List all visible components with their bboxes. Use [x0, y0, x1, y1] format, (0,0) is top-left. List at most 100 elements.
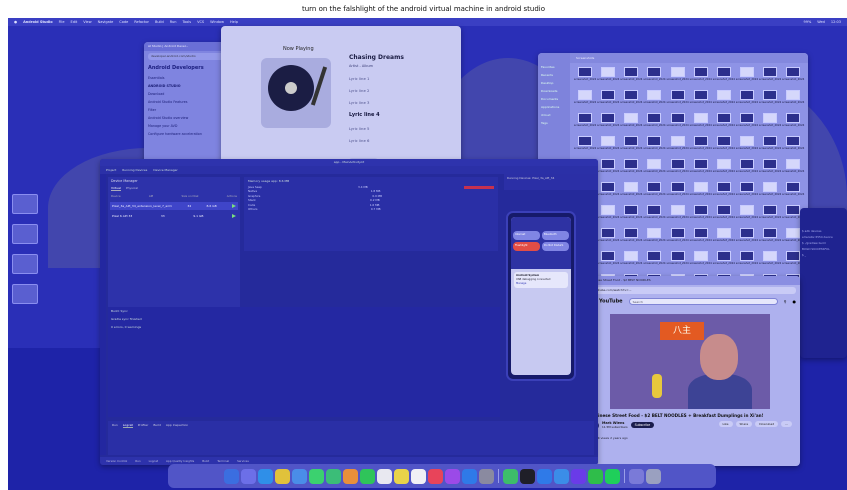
- photos-icon[interactable]: [342, 468, 358, 484]
- tab-run[interactable]: Run: [112, 423, 118, 428]
- file-thumbnail[interactable]: screenshot_2024: [759, 113, 781, 135]
- song-meta[interactable]: Artist - Album: [349, 64, 373, 68]
- stage-window-thumb[interactable]: [12, 284, 38, 304]
- file-thumbnail[interactable]: screenshot_2024: [643, 205, 666, 227]
- file-thumbnail[interactable]: screenshot_2024: [667, 67, 689, 89]
- sidebar-item[interactable]: Desktop: [541, 79, 567, 87]
- file-thumbnail[interactable]: screenshot_2024: [736, 136, 758, 158]
- file-thumbnail[interactable]: screenshot_2024: [643, 228, 666, 250]
- battery-status[interactable]: 99%: [803, 20, 811, 24]
- menu-run[interactable]: Run: [170, 20, 177, 24]
- browser-tab[interactable]: Chinese Street Food - $2 BELT NOODLES: [586, 276, 800, 285]
- slack-icon[interactable]: [570, 468, 586, 484]
- qs-tile-flashlight[interactable]: Flashlight: [513, 242, 540, 251]
- stage-window-thumb[interactable]: [12, 224, 38, 244]
- terminal-icon[interactable]: [519, 468, 535, 484]
- tab-build[interactable]: Build: [153, 423, 161, 428]
- appstore-icon[interactable]: [461, 468, 477, 484]
- file-thumbnail[interactable]: screenshot_2024: [759, 182, 781, 204]
- date-status[interactable]: Wed: [817, 20, 825, 24]
- menu-code[interactable]: Code: [119, 20, 128, 24]
- stage-window-thumb[interactable]: [12, 194, 38, 214]
- podcasts-icon[interactable]: [444, 468, 460, 484]
- calendar-icon[interactable]: [376, 468, 392, 484]
- file-thumbnail[interactable]: screenshot_2024: [736, 67, 758, 89]
- file-thumbnail[interactable]: screenshot_2024: [782, 90, 804, 112]
- file-thumbnail[interactable]: screenshot_2024: [597, 113, 619, 135]
- file-thumbnail[interactable]: screenshot_2024: [782, 136, 804, 158]
- file-thumbnail[interactable]: screenshot_2024: [643, 251, 666, 273]
- tab-virtual[interactable]: Virtual: [111, 186, 121, 191]
- tab-profiler[interactable]: Profiler: [138, 423, 149, 428]
- tab-app-inspection[interactable]: App Inspection: [166, 423, 188, 428]
- sidebar-item[interactable]: Tags: [541, 119, 567, 127]
- qs-tile-bluetooth[interactable]: Bluetooth: [542, 231, 569, 240]
- file-thumbnail[interactable]: screenshot_2024: [667, 159, 689, 181]
- toolbar-running-devices[interactable]: Running Devices: [122, 168, 147, 172]
- facetime-icon[interactable]: [359, 468, 375, 484]
- file-thumbnail[interactable]: screenshot_2024: [736, 113, 758, 135]
- status-item[interactable]: App Quality Insights: [166, 459, 194, 463]
- file-thumbnail[interactable]: screenshot_2024: [597, 159, 619, 181]
- downloads-icon[interactable]: [628, 468, 644, 484]
- file-thumbnail[interactable]: screenshot_2024: [620, 90, 642, 112]
- subscribe-button[interactable]: Subscribe: [630, 422, 655, 428]
- menu-navigate[interactable]: Navigate: [98, 20, 114, 24]
- file-thumbnail[interactable]: screenshot_2024: [597, 182, 619, 204]
- file-thumbnail[interactable]: screenshot_2024: [690, 251, 712, 273]
- file-thumbnail[interactable]: screenshot_2024: [620, 228, 642, 250]
- status-item[interactable]: Logcat: [149, 459, 158, 463]
- file-thumbnail[interactable]: screenshot_2024: [574, 113, 596, 135]
- file-thumbnail[interactable]: screenshot_2024: [759, 205, 781, 227]
- file-thumbnail[interactable]: screenshot_2024: [690, 90, 712, 112]
- file-thumbnail[interactable]: screenshot_2024: [574, 136, 596, 158]
- file-thumbnail[interactable]: screenshot_2024: [667, 182, 689, 204]
- xcode-icon[interactable]: [553, 468, 569, 484]
- device-row[interactable]: Pixel_3a_API_34_extension_level_7_arm64 …: [110, 202, 238, 210]
- sidebar-item[interactable]: Documents: [541, 95, 567, 103]
- file-thumbnail[interactable]: screenshot_2024: [759, 67, 781, 89]
- file-thumbnail[interactable]: screenshot_2024: [690, 67, 712, 89]
- file-thumbnail[interactable]: screenshot_2024: [782, 159, 804, 181]
- spotify-icon[interactable]: [604, 468, 620, 484]
- file-thumbnail[interactable]: screenshot_2024: [736, 228, 758, 250]
- music-icon[interactable]: [427, 468, 443, 484]
- file-thumbnail[interactable]: screenshot_2024: [643, 159, 666, 181]
- file-thumbnail[interactable]: screenshot_2024: [620, 205, 642, 227]
- file-thumbnail[interactable]: screenshot_2024: [713, 113, 735, 135]
- emulator-screen[interactable]: Internet Bluetooth Flashlight Do Not Dis…: [511, 217, 571, 375]
- file-thumbnail[interactable]: screenshot_2024: [574, 90, 596, 112]
- stage-window-thumb[interactable]: [12, 254, 38, 274]
- file-thumbnail[interactable]: screenshot_2024: [736, 90, 758, 112]
- file-thumbnail[interactable]: screenshot_2024: [690, 182, 712, 204]
- menu-help[interactable]: Help: [230, 20, 238, 24]
- file-thumbnail[interactable]: screenshot_2024: [597, 205, 619, 227]
- file-thumbnail[interactable]: screenshot_2024: [643, 67, 666, 89]
- file-thumbnail[interactable]: screenshot_2024: [667, 205, 689, 227]
- file-thumbnail[interactable]: screenshot_2024: [667, 251, 689, 273]
- file-thumbnail[interactable]: screenshot_2024: [736, 251, 758, 273]
- qs-tile-internet[interactable]: Internet: [513, 231, 540, 240]
- file-thumbnail[interactable]: screenshot_2024: [690, 159, 712, 181]
- address-bar[interactable]: youtube.com/watch?v=...: [590, 287, 796, 294]
- file-thumbnail[interactable]: screenshot_2024: [713, 251, 735, 273]
- apple-icon[interactable]: ●: [14, 20, 17, 24]
- menu-tools[interactable]: Tools: [182, 20, 191, 24]
- qs-tile-dnd[interactable]: Do Not Disturb: [542, 242, 569, 251]
- col-api[interactable]: API: [149, 194, 153, 198]
- file-thumbnail[interactable]: screenshot_2024: [713, 159, 735, 181]
- file-thumbnail[interactable]: screenshot_2024: [620, 136, 642, 158]
- sidebar-item[interactable]: iCloud: [541, 111, 567, 119]
- file-thumbnail[interactable]: screenshot_2024: [759, 90, 781, 112]
- file-thumbnail[interactable]: screenshot_2024: [782, 182, 804, 204]
- file-thumbnail[interactable]: screenshot_2024: [597, 136, 619, 158]
- col-device[interactable]: Device: [111, 194, 121, 198]
- video-player[interactable]: 八主: [610, 314, 770, 409]
- notification-card[interactable]: Android System USB debugging connected M…: [514, 272, 568, 288]
- run-device-icon[interactable]: [232, 214, 236, 218]
- col-actions[interactable]: Actions: [227, 194, 237, 198]
- file-thumbnail[interactable]: screenshot_2024: [713, 90, 735, 112]
- menu-vcs[interactable]: VCS: [197, 20, 204, 24]
- file-thumbnail[interactable]: screenshot_2024: [736, 159, 758, 181]
- notes-icon[interactable]: [393, 468, 409, 484]
